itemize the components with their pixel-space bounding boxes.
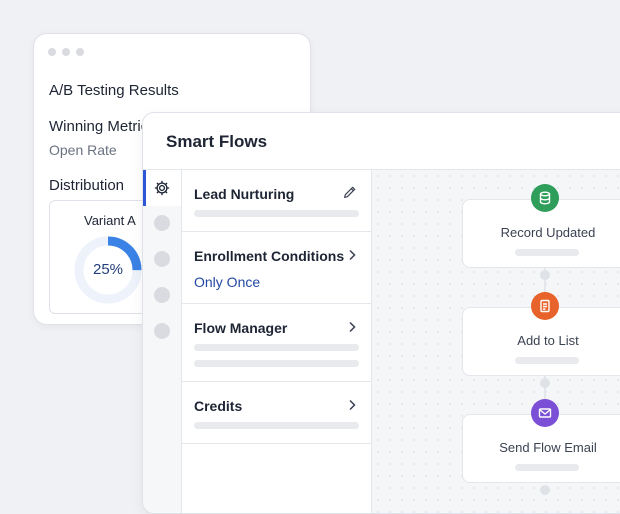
winning-metric-value: Open Rate: [49, 142, 117, 158]
placeholder-bar: [515, 357, 579, 364]
settings-column: Lead Nurturing Enrollment Conditions Onl…: [182, 170, 372, 513]
chevron-right-icon: [349, 399, 356, 411]
rail-item[interactable]: [154, 323, 170, 339]
flow-canvas[interactable]: Record Updated Add to List Send Flow Ema…: [372, 170, 620, 513]
section-enrollment-conditions[interactable]: Enrollment Conditions Only Once: [182, 232, 371, 304]
section-title: Lead Nurturing: [194, 186, 295, 202]
chevron-right-icon: [349, 321, 356, 333]
section-lead-nurturing[interactable]: Lead Nurturing: [182, 170, 371, 232]
database-icon: [531, 184, 559, 212]
section-credits[interactable]: Credits: [182, 382, 371, 444]
node-label: Add to List: [517, 333, 579, 348]
active-indicator: [143, 170, 146, 206]
section-value: Only Once: [194, 274, 261, 290]
placeholder-bar: [194, 360, 359, 367]
gear-icon: [154, 180, 170, 196]
smart-flows-panel: Smart Flows Lead Nurturing Enrollment Co…: [142, 112, 620, 514]
node-label: Send Flow Email: [499, 440, 597, 455]
placeholder-bar: [194, 344, 359, 351]
section-title: Enrollment Conditions: [194, 248, 345, 264]
section-title: Flow Manager: [194, 320, 288, 336]
add-step-icon[interactable]: [540, 270, 550, 280]
window-dots: [48, 48, 84, 56]
winning-metric-label: Winning Metric: [49, 118, 149, 135]
variant-label: Variant A: [84, 213, 136, 228]
pencil-icon[interactable]: [342, 184, 358, 200]
chevron-right-icon: [349, 249, 356, 261]
section-flow-manager[interactable]: Flow Manager: [182, 304, 371, 382]
node-label: Record Updated: [500, 225, 596, 240]
ab-testing-title: A/B Testing Results: [49, 82, 179, 99]
placeholder-bar: [194, 422, 359, 429]
add-step-icon[interactable]: [540, 485, 550, 495]
add-step-icon[interactable]: [540, 378, 550, 388]
section-title: Credits: [194, 398, 243, 414]
rail-item[interactable]: [154, 215, 170, 231]
rail-item[interactable]: [154, 251, 170, 267]
variant-percent: 25%: [92, 261, 124, 278]
placeholder-bar: [515, 249, 579, 256]
list-icon: [531, 292, 559, 320]
placeholder-bar: [515, 464, 579, 471]
envelope-icon: [531, 399, 559, 427]
side-rail: [143, 170, 182, 513]
rail-item-settings[interactable]: [143, 170, 181, 206]
placeholder-bar: [194, 210, 359, 217]
panel-title: Smart Flows: [166, 132, 268, 151]
rail-item[interactable]: [154, 287, 170, 303]
distribution-label: Distribution: [49, 177, 125, 194]
